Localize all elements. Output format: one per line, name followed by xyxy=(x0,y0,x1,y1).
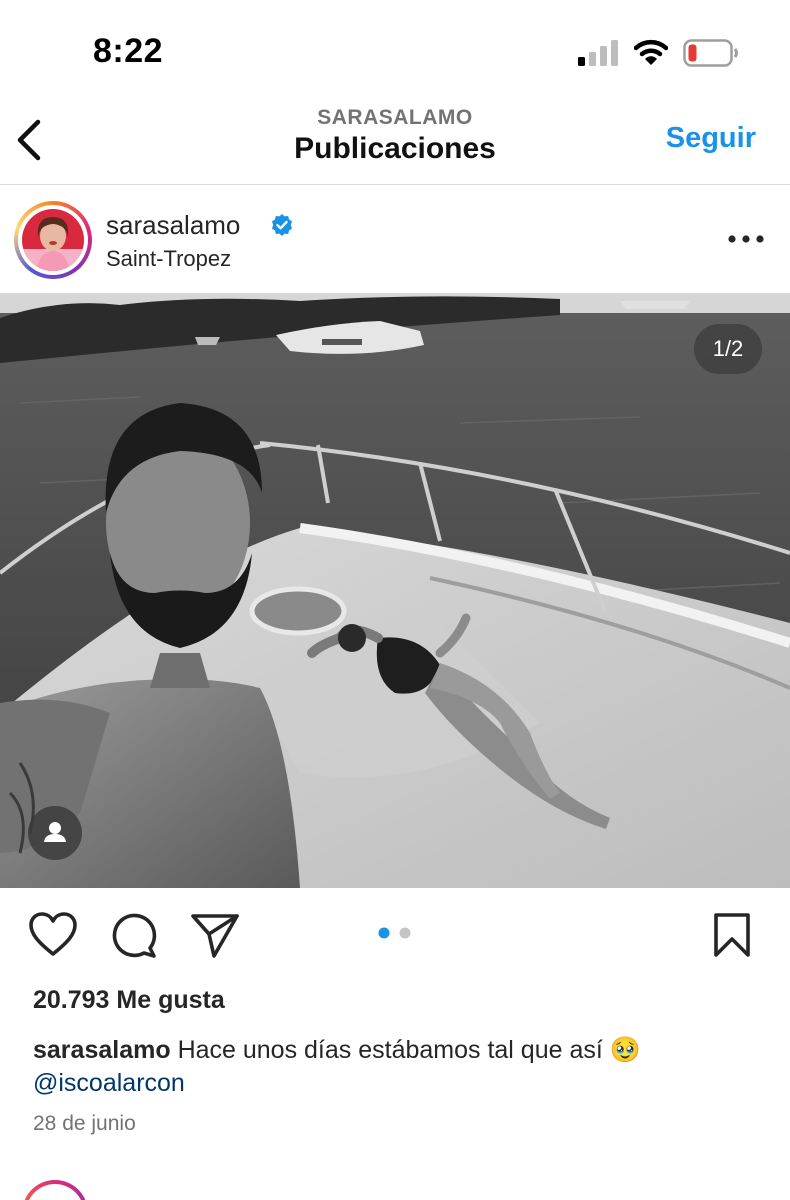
caption-text: Hace unos días estábamos tal que así xyxy=(177,1036,603,1064)
navigation-header: SARASALAMO Publicaciones Seguir xyxy=(0,100,790,185)
post-action-bar xyxy=(0,890,790,980)
avatar[interactable] xyxy=(14,201,92,279)
paper-plane-icon[interactable] xyxy=(190,912,240,960)
heart-icon[interactable] xyxy=(28,912,78,958)
wifi-icon xyxy=(634,39,668,65)
next-post-avatar[interactable] xyxy=(22,1180,88,1200)
post-image[interactable] xyxy=(0,293,790,888)
follow-button[interactable]: Seguir xyxy=(666,122,756,155)
post-username[interactable]: sarasalamo xyxy=(106,210,240,241)
post-caption: sarasalamo Hace unos días estábamos tal … xyxy=(33,1034,773,1100)
image-counter-badge: 1/2 xyxy=(694,324,762,374)
caption-username[interactable]: sarasalamo xyxy=(33,1036,171,1064)
post-date: 28 de junio xyxy=(33,1112,136,1135)
comment-icon[interactable] xyxy=(110,912,158,960)
verified-badge-icon xyxy=(272,214,292,236)
cellular-signal-icon xyxy=(578,40,618,66)
like-count[interactable]: 20.793 Me gusta xyxy=(33,986,225,1015)
person-icon xyxy=(44,822,66,842)
more-horizontal-icon[interactable] xyxy=(728,234,764,244)
carousel-indicator xyxy=(378,927,411,939)
pleading-face-emoji: 🥹 xyxy=(609,1036,641,1064)
post-header: sarasalamo Saint-Tropez xyxy=(0,186,790,292)
status-bar: 8:22 xyxy=(0,0,790,100)
avatar-photo xyxy=(22,209,84,271)
status-time: 8:22 xyxy=(93,32,164,70)
battery-icon xyxy=(683,39,738,67)
tagged-people-button[interactable] xyxy=(28,806,82,860)
bookmark-icon[interactable] xyxy=(712,912,752,958)
caption-mention-link[interactable]: @iscoalarcon xyxy=(33,1069,185,1097)
post-location[interactable]: Saint-Tropez xyxy=(106,246,231,272)
